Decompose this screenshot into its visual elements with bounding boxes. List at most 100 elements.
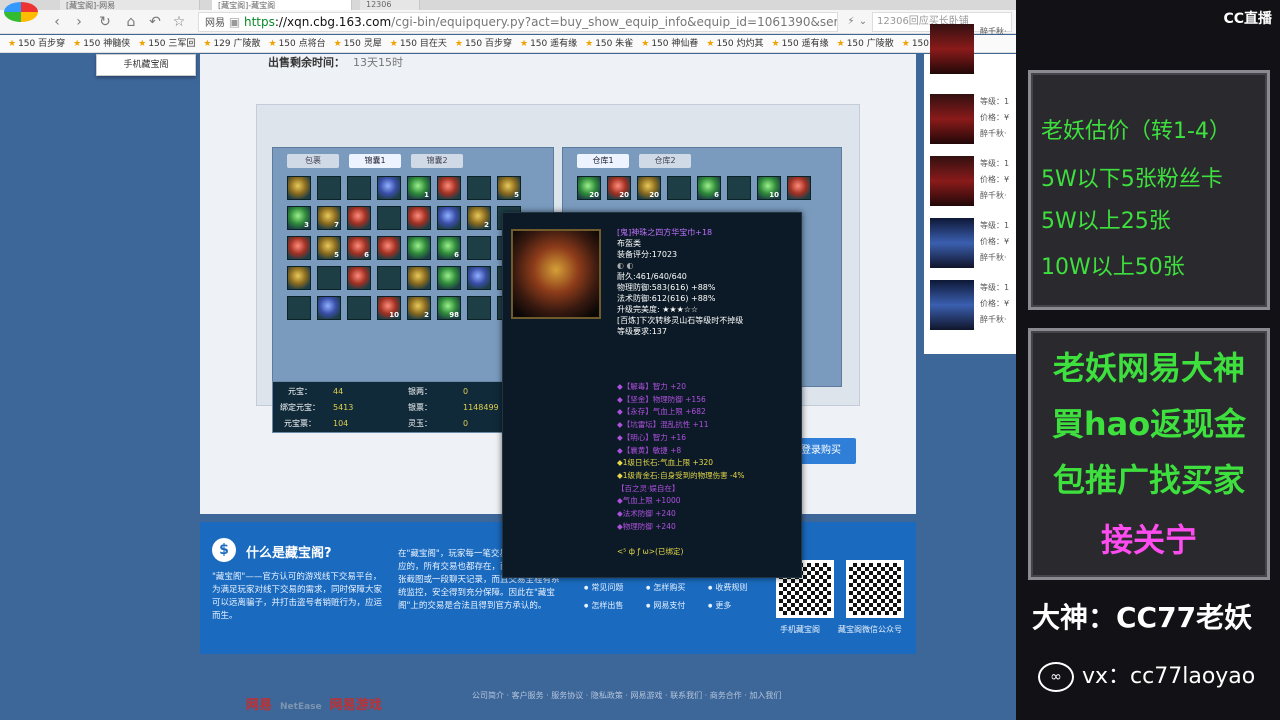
item-slot[interactable] [287,266,311,290]
seller-info-line: 等级：1 [980,97,1010,106]
favorite-star-icon[interactable]: ☆ [170,13,188,31]
browser-tab-3[interactable]: 12306 [360,0,420,10]
bookmark-item[interactable]: ★ 150 遥有缘 [520,35,577,52]
item-slot[interactable] [287,176,311,200]
item-slot[interactable]: 6 [697,176,721,200]
item-slot[interactable] [787,176,811,200]
item-slot[interactable] [287,236,311,260]
item-slot[interactable] [377,176,401,200]
item-slot[interactable] [437,206,461,230]
dropdown-chevron-icon[interactable]: ⌄ [854,13,872,31]
empty-slot[interactable] [347,296,371,320]
empty-slot[interactable] [287,296,311,320]
item-slot[interactable]: 10 [757,176,781,200]
item-slot[interactable]: 7 [317,206,341,230]
item-slot[interactable] [377,236,401,260]
avatar [930,156,974,206]
home-icon[interactable]: ⌂ [122,13,140,31]
tooltip-effect-line: ◆气血上限 +1000 [617,496,681,506]
tab-warehouse-2[interactable]: 仓库2 [639,154,691,168]
empty-slot[interactable] [467,296,491,320]
help-link[interactable]: 怎样出售 [584,600,623,611]
seller-row[interactable]: 等级：1 价格：¥ 醉千秋· [924,152,1016,214]
empty-slot[interactable] [467,176,491,200]
item-slot[interactable]: 6 [347,236,371,260]
undo-icon[interactable]: ↶ [146,13,164,31]
item-slot[interactable] [347,266,371,290]
empty-slot[interactable] [727,176,751,200]
tab-warehouse-1[interactable]: 仓库1 [577,154,629,168]
seller-row[interactable]: 等级：1 价格：¥ 醉千秋· [924,214,1016,276]
tooltip-stat-line: 法术防御:612(616) +88% [617,294,716,303]
yuanbao-value: 44 [333,387,344,396]
item-slot[interactable]: 1 [407,176,431,200]
tab-pouch-2[interactable]: 锦囊2 [411,154,463,168]
item-slot[interactable] [407,266,431,290]
seller-row[interactable]: 醉千秋· [924,20,1016,82]
item-quantity: 20 [649,191,659,199]
help-link[interactable]: 更多 [708,600,731,611]
seller-info: 等级：1 价格：¥ 醉千秋· [980,94,1009,142]
empty-slot[interactable] [377,206,401,230]
bookmark-item[interactable]: ★ 150 灼灼其 [706,35,763,52]
bookmark-star-icon: ★ [454,39,463,49]
bottom-links[interactable]: 公司简介 · 客户服务 · 服务协议 · 隐私政策 · 网易游戏 · 联系我们 … [472,690,781,701]
bookmark-item[interactable]: ★ 129 广陵散 [203,35,260,52]
reload-icon[interactable]: ↻ [96,13,114,31]
sale-time: 出售剩余时间： 13天15时 [268,54,403,70]
empty-slot[interactable] [317,176,341,200]
item-slot[interactable]: 6 [437,236,461,260]
item-slot[interactable] [437,266,461,290]
tab-pouch-1[interactable]: 锦囊1 [349,154,401,168]
item-slot[interactable] [347,206,371,230]
dropdown-menu-item[interactable]: 手机藏宝阁 [96,54,196,76]
empty-slot[interactable] [347,176,371,200]
bookmark-item[interactable]: ★ 150 神仙眷 [641,35,698,52]
bookmark-item[interactable]: ★ 150 百步穿 [454,35,512,52]
empty-slot[interactable] [317,266,341,290]
item-slot[interactable]: 20 [607,176,631,200]
seller-info-line: 等级：1 [980,159,1010,168]
item-slot[interactable]: 20 [577,176,601,200]
bookmark-item[interactable]: ★ 150 点将台 [269,35,326,52]
url-input[interactable]: 网易 ▣ https://xqn.cbg.163.com/cgi-bin/equ… [198,12,838,32]
help-link[interactable]: 常见问题 [584,582,623,593]
bookmark-item[interactable]: ★ 150 百步穿 [8,35,65,52]
help-link[interactable]: 怎样购买 [646,582,685,593]
item-slot[interactable]: 3 [287,206,311,230]
seller-row[interactable]: 等级：1 价格：¥ 醉千秋· [924,90,1016,152]
item-effects: ◆【解毒】智力 +20 ◆【坚金】物理防御 +156 ◆【永存】气血上限 +682 ◆… [617,381,799,559]
item-slot[interactable]: 98 [437,296,461,320]
back-icon[interactable]: ‹ [48,13,66,31]
empty-slot[interactable] [377,266,401,290]
bookmark-item[interactable]: ★ 150 目在天 [390,35,447,52]
item-slot[interactable]: 20 [637,176,661,200]
bookmark-item[interactable]: ★ 150 朱雀 [585,35,633,52]
forward-icon[interactable]: › [70,13,88,31]
bookmark-item[interactable]: ★ 150 三军回 [138,35,196,52]
item-slot[interactable] [317,296,341,320]
tab-bag[interactable]: 包裹 [287,154,339,168]
item-slot[interactable] [407,236,431,260]
browser-tab-2[interactable]: [藏宝阁]-藏宝阁 [212,0,352,10]
bookmark-item[interactable]: ★ 150 遥有缘 [772,35,829,52]
item-slot[interactable]: 2 [467,206,491,230]
board2-line4: 接关宁 [1100,521,1197,559]
bookmark-item[interactable]: ★ 150 广陵散 [837,35,894,52]
item-slot[interactable]: 5 [317,236,341,260]
item-slot[interactable] [437,176,461,200]
empty-slot[interactable] [467,236,491,260]
item-slot[interactable]: 2 [407,296,431,320]
browser-tab-1[interactable]: [藏宝阁]-网易 [60,0,200,10]
bookmark-item[interactable]: ★ 150 神髓侠 [73,35,130,52]
item-slot[interactable]: 5 [497,176,521,200]
bookmark-label: 150 三军回 [148,39,196,49]
item-slot[interactable] [407,206,431,230]
empty-slot[interactable] [667,176,691,200]
seller-row[interactable]: 等级：1 价格：¥ 醉千秋· [924,276,1016,338]
help-link[interactable]: 网易支付 [646,600,685,611]
item-slot[interactable] [467,266,491,290]
help-link[interactable]: 收费规则 [708,582,747,593]
item-slot[interactable]: 10 [377,296,401,320]
bookmark-item[interactable]: ★ 150 灵犀 [334,35,382,52]
